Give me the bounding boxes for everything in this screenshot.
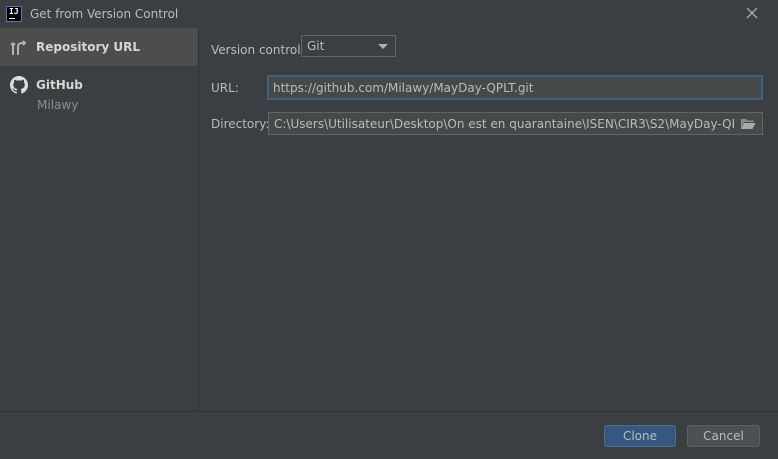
sidebar-item-label: GitHub xyxy=(36,78,83,92)
vcs-branch-icon xyxy=(10,38,28,56)
sidebar-item-label: Repository URL xyxy=(36,40,140,54)
directory-input[interactable]: C:\Users\Utilisateur\Desktop\On est en q… xyxy=(268,112,763,135)
url-label: URL: xyxy=(211,81,239,95)
window-title: Get from Version Control xyxy=(30,7,179,21)
version-control-value: Git xyxy=(307,39,325,53)
url-input[interactable]: https://github.com/Milawy/MayDay-QPLT.gi… xyxy=(267,75,763,100)
title-bar: IJ Get from Version Control xyxy=(0,0,778,28)
sidebar-item-repository-url[interactable]: Repository URL xyxy=(0,28,198,66)
url-row: URL: xyxy=(211,78,239,98)
directory-row: Directory: xyxy=(211,114,269,134)
version-control-label: Version control: xyxy=(211,43,305,57)
chevron-down-icon xyxy=(378,44,388,49)
sidebar: Repository URL GitHub Milawy xyxy=(0,28,199,411)
directory-label: Directory: xyxy=(211,117,270,131)
version-control-select[interactable]: Git xyxy=(301,35,396,57)
folder-browse-icon[interactable] xyxy=(740,118,756,130)
sidebar-item-github[interactable]: GitHub Milawy xyxy=(0,66,198,116)
version-control-row: Version control: xyxy=(211,40,305,60)
url-input-value: https://github.com/Milawy/MayDay-QPLT.gi… xyxy=(273,80,534,95)
cancel-button[interactable]: Cancel xyxy=(687,425,760,447)
close-button[interactable] xyxy=(744,6,760,22)
directory-input-value: C:\Users\Utilisateur\Desktop\On est en q… xyxy=(274,116,734,131)
dialog-footer: Clone Cancel xyxy=(0,411,778,459)
intellij-app-icon: IJ xyxy=(6,6,22,22)
github-account-name: Milawy xyxy=(37,98,79,112)
github-icon xyxy=(10,76,28,94)
close-icon xyxy=(746,7,758,19)
clone-button[interactable]: Clone xyxy=(604,425,676,447)
